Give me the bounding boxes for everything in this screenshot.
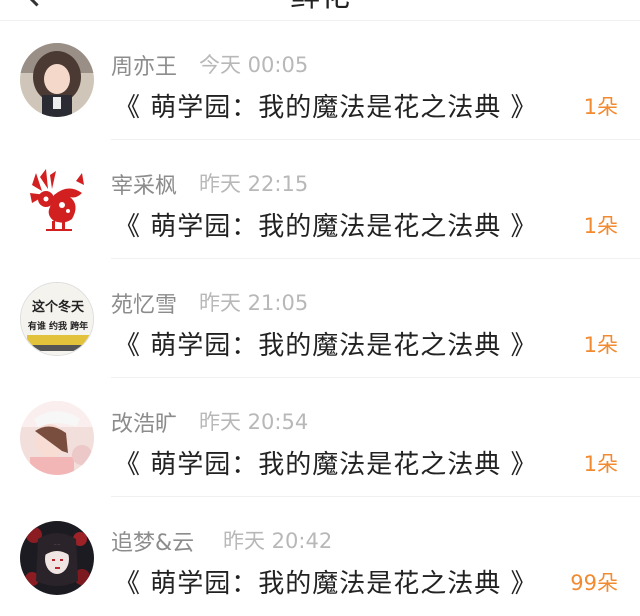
user-name: 改浩旷 bbox=[111, 412, 178, 437]
avatar[interactable] bbox=[20, 43, 94, 117]
avatar[interactable] bbox=[20, 521, 94, 595]
book-title[interactable]: 《 萌学园：我的魔法是花之法典 》 bbox=[114, 563, 538, 600]
gift-list: 周亦王 今天 00:05 《 萌学园：我的魔法是花之法典 》 1朵 宰采枫 昨天… bbox=[0, 21, 640, 616]
user-name: 苑忆雪 bbox=[111, 293, 178, 318]
user-name: 追梦&云 bbox=[111, 531, 195, 556]
book-title[interactable]: 《 萌学园：我的魔法是花之法典 》 bbox=[114, 325, 538, 362]
nav-header: 鲜花 bbox=[0, 0, 640, 20]
user-name: 宰采枫 bbox=[111, 174, 178, 199]
list-item[interactable]: 周亦王 今天 00:05 《 萌学园：我的魔法是花之法典 》 1朵 bbox=[0, 21, 640, 140]
avatar[interactable] bbox=[20, 163, 94, 237]
flower-count: 1朵 bbox=[583, 333, 618, 357]
timestamp: 昨天 22:15 bbox=[199, 172, 309, 196]
list-item[interactable]: 宰采枫 昨天 22:15 《 萌学园：我的魔法是花之法典 》 1朵 bbox=[0, 140, 640, 259]
page-title: 鲜花 bbox=[0, 0, 640, 14]
user-name: 周亦王 bbox=[111, 55, 178, 80]
avatar-text-image: 这个冬天 有谁 约我 跨年 bbox=[21, 283, 93, 355]
timestamp: 昨天 20:42 bbox=[223, 529, 333, 553]
flower-count: 1朵 bbox=[583, 452, 618, 476]
avatar-caption-top: 这个冬天 bbox=[32, 299, 85, 315]
avatar[interactable]: 这个冬天 有谁 约我 跨年 bbox=[20, 282, 94, 356]
avatar-nurse-photo bbox=[20, 401, 94, 475]
avatar[interactable] bbox=[20, 401, 94, 475]
book-title[interactable]: 《 萌学园：我的魔法是花之法典 》 bbox=[114, 444, 538, 481]
timestamp: 昨天 21:05 bbox=[199, 291, 309, 315]
timestamp: 昨天 20:54 bbox=[199, 410, 309, 434]
list-item[interactable]: 这个冬天 有谁 约我 跨年 苑忆雪 昨天 21:05 《 萌学园：我的魔法是花之… bbox=[0, 259, 640, 378]
flower-count: 1朵 bbox=[583, 214, 618, 238]
list-item[interactable]: 追梦&云 昨天 20:42 《 萌学园：我的魔法是花之法典 》 99朵 bbox=[0, 497, 640, 616]
timestamp: 今天 00:05 bbox=[199, 53, 309, 77]
list-item[interactable]: 改浩旷 昨天 20:54 《 萌学园：我的魔法是花之法典 》 1朵 bbox=[0, 378, 640, 497]
avatar-dark-art bbox=[20, 521, 94, 595]
flower-count: 1朵 bbox=[583, 95, 618, 119]
book-title[interactable]: 《 萌学园：我的魔法是花之法典 》 bbox=[114, 87, 538, 124]
avatar-girl-photo bbox=[20, 43, 94, 117]
avatar-caption-bottom: 有谁 约我 跨年 bbox=[28, 320, 88, 332]
flower-count: 99朵 bbox=[570, 571, 618, 595]
avatar-papercut-rooster bbox=[20, 163, 94, 237]
book-title[interactable]: 《 萌学园：我的魔法是花之法典 》 bbox=[114, 206, 538, 243]
